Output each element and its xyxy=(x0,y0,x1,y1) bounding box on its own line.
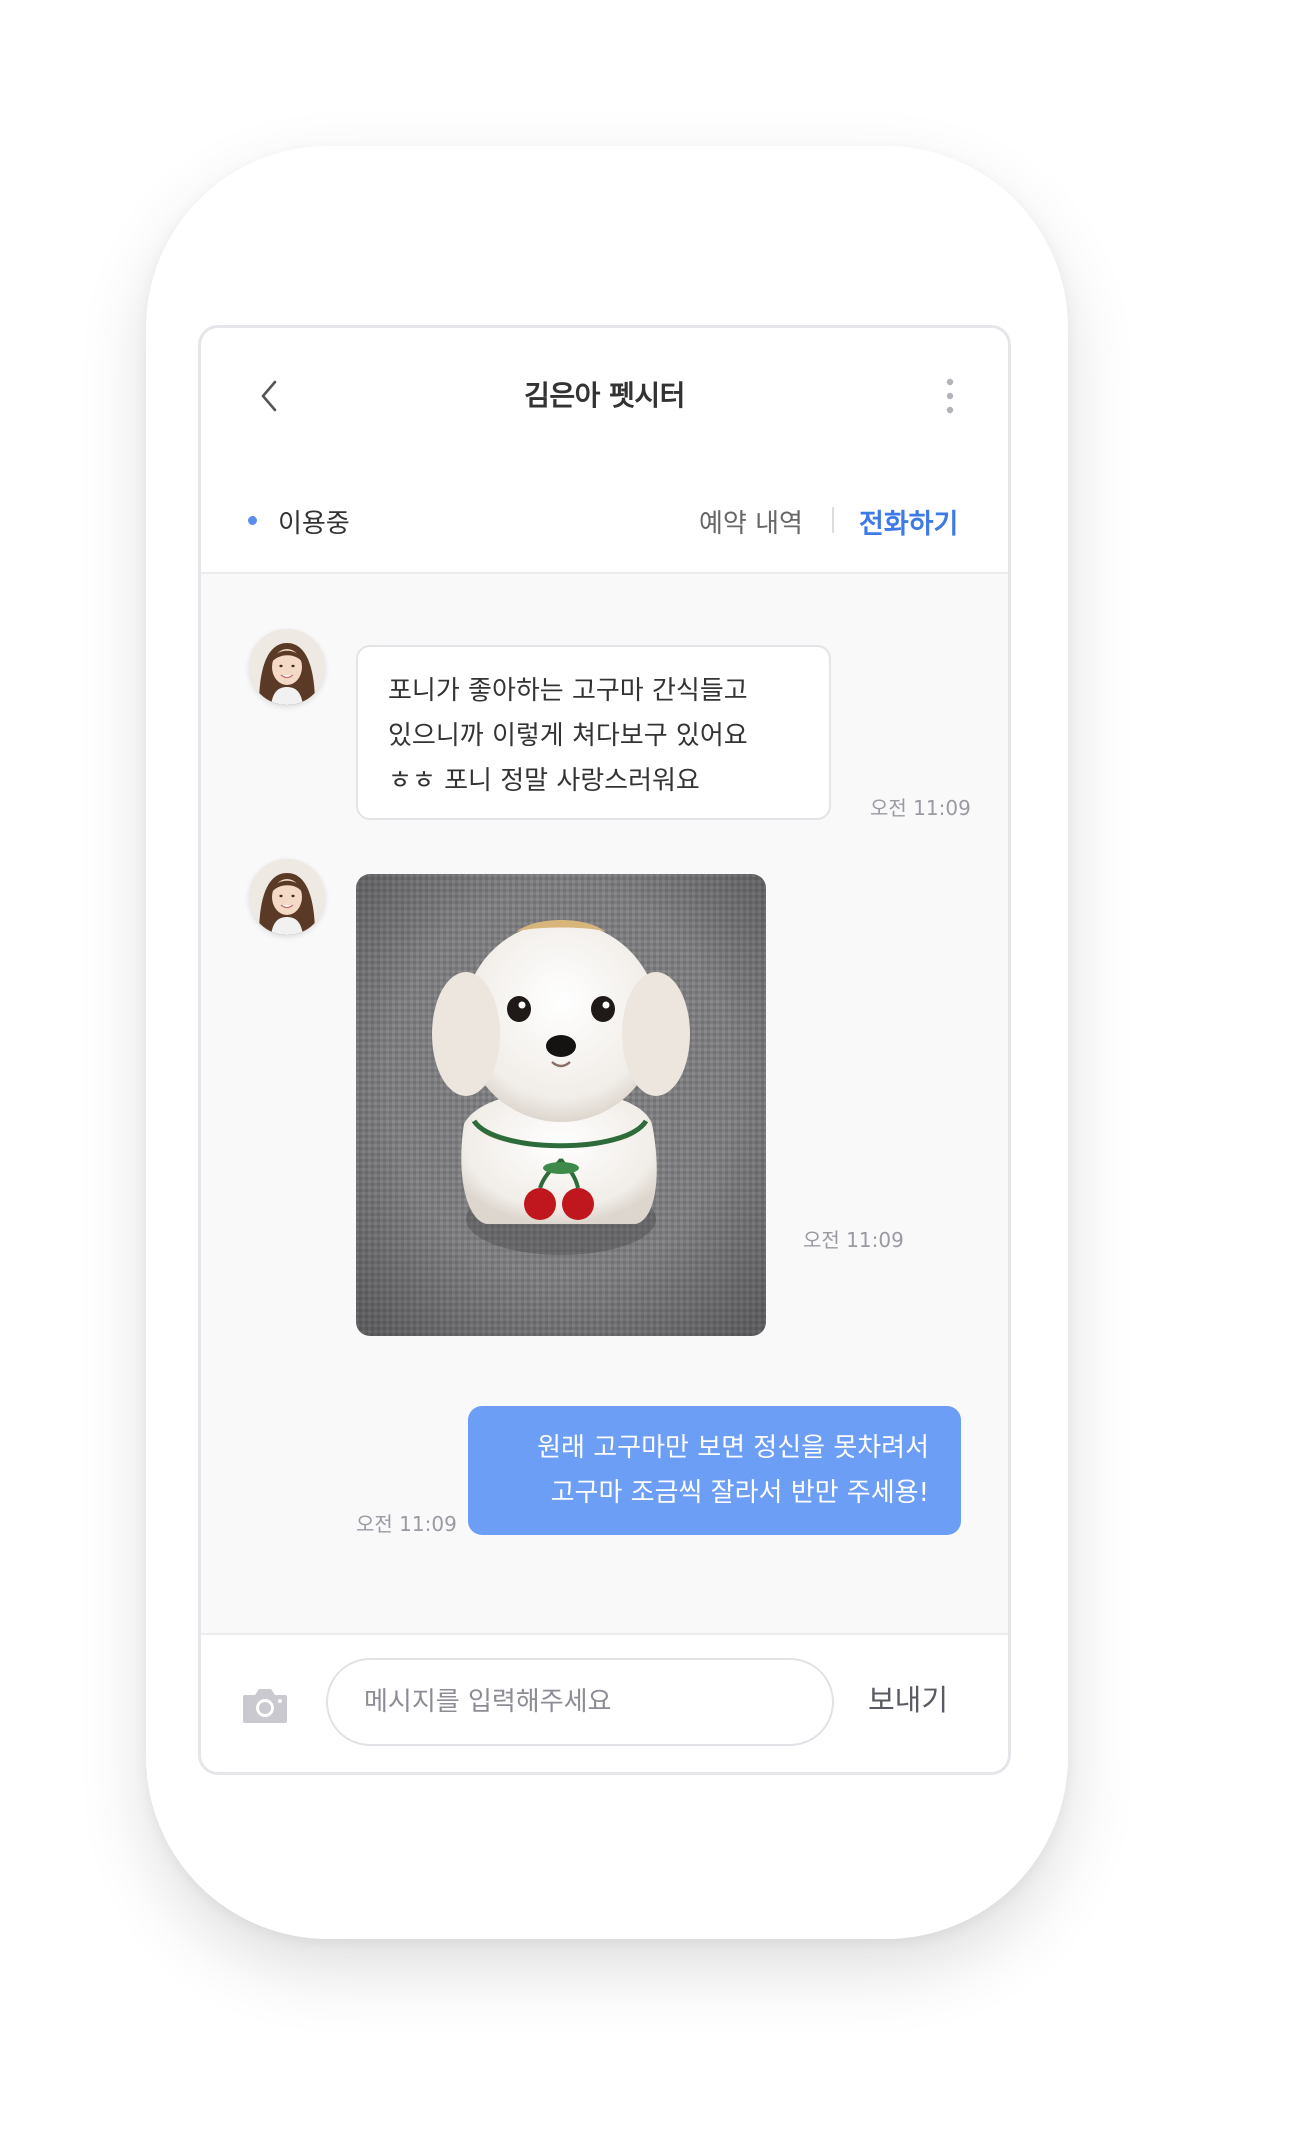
avatar-image xyxy=(249,859,325,935)
camera-button[interactable] xyxy=(241,1685,289,1725)
sitter-avatar[interactable] xyxy=(249,859,325,935)
chat-screen: 김은아 펫시터 이용중 예약 내역 전화하기 포니가 좋아하는 고구마 간식들고… xyxy=(198,325,1011,1775)
send-button[interactable]: 보내기 xyxy=(868,1677,948,1719)
camera-icon xyxy=(243,1689,287,1723)
avatar-image xyxy=(249,629,325,705)
reservations-link[interactable]: 예약 내역 xyxy=(699,503,803,540)
sitter-avatar[interactable] xyxy=(249,629,325,705)
page-title: 김은아 펫시터 xyxy=(524,379,685,412)
divider xyxy=(832,507,834,533)
message-input[interactable] xyxy=(326,1658,834,1746)
message-line: 고구마 조금씩 잘라서 반만 주세용! xyxy=(550,1478,929,1508)
chat-header: 김은아 펫시터 xyxy=(201,328,1008,469)
status-dot xyxy=(248,516,257,525)
outgoing-message-bubble: 원래 고구마만 보면 정신을 못차려서 고구마 조금씩 잘라서 반만 주세용! xyxy=(468,1406,961,1535)
dog-photo[interactable] xyxy=(356,874,766,1336)
message-line: ㅎㅎ 포니 정말 사랑스러워요 xyxy=(388,766,700,796)
status-label: 이용중 xyxy=(278,509,350,539)
status-bar: 이용중 예약 내역 전화하기 xyxy=(201,467,1008,574)
message-time: 오전 11:09 xyxy=(356,1512,457,1536)
message-line: 포니가 좋아하는 고구마 간식들고 xyxy=(388,676,748,706)
call-button[interactable]: 전화하기 xyxy=(859,502,958,541)
message-line: 있으니까 이렇게 쳐다보구 있어요 xyxy=(388,721,748,751)
message-time: 오전 11:09 xyxy=(803,1228,904,1252)
incoming-message-bubble: 포니가 좋아하는 고구마 간식들고 있으니까 이렇게 쳐다보구 있어요 ㅎㅎ 포… xyxy=(356,645,831,820)
more-button[interactable] xyxy=(944,376,956,416)
message-composer: 보내기 xyxy=(201,1633,1008,1772)
message-time: 오전 11:09 xyxy=(870,796,971,820)
message-line: 원래 고구마만 보면 정신을 못차려서 xyxy=(537,1433,929,1463)
more-vertical-icon xyxy=(946,378,954,414)
dog-image xyxy=(356,874,766,1336)
